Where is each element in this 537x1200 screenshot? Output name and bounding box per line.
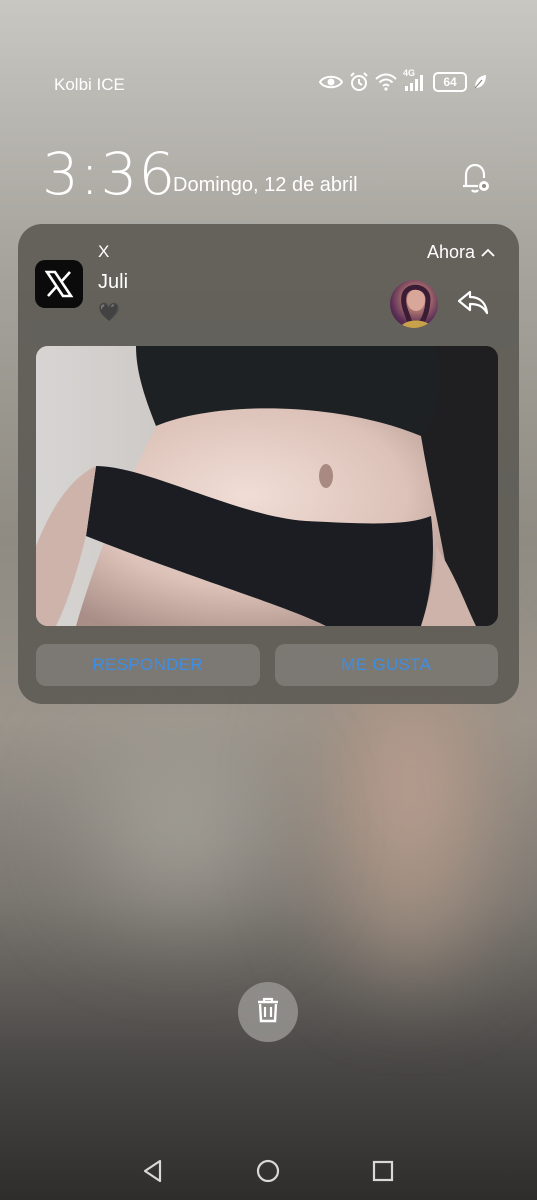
wifi-icon (375, 73, 397, 91)
status-bar: Kolbi ICE 4G 64 (0, 68, 537, 102)
home-icon[interactable] (255, 1158, 281, 1188)
carrier-name: Kolbi ICE (54, 75, 125, 94)
trash-icon (255, 996, 281, 1028)
notification-actions: RESPONDER ME GUSTA (36, 644, 498, 686)
notification-time[interactable]: Ahora (427, 242, 495, 263)
app-name: X (98, 242, 110, 261)
lockscreen-header: 3:36 Domingo, 12 de abril (0, 140, 537, 210)
back-icon[interactable] (140, 1158, 166, 1188)
signal-icon: 4G (403, 68, 427, 92)
time-label: Ahora (426, 242, 475, 262)
notification-body: 🖤 (98, 302, 121, 323)
date: Domingo, 12 de abril (173, 174, 358, 196)
reply-button[interactable]: RESPONDER (36, 644, 260, 686)
recents-icon[interactable] (370, 1158, 396, 1188)
clear-all-button[interactable] (238, 982, 298, 1042)
status-icons: 4G 64 (319, 68, 487, 92)
reply-icon[interactable] (456, 288, 490, 320)
leaf-icon (473, 74, 487, 90)
like-button[interactable]: ME GUSTA (274, 644, 498, 686)
background-blur-2 (60, 720, 300, 940)
avatar (390, 280, 438, 328)
clock: 3:36 (42, 140, 177, 208)
chevron-up-icon[interactable] (481, 242, 495, 263)
notification-card[interactable]: X Ahora Juli 🖤 RESPONDER ME GUSTA (18, 224, 519, 704)
x-app-icon (35, 260, 83, 308)
eye-icon (319, 74, 343, 90)
notification-image[interactable] (36, 346, 498, 626)
network-type: 4G (403, 68, 416, 78)
notification-settings-icon[interactable] (458, 160, 494, 200)
notification-title: Juli (98, 271, 129, 293)
battery-icon: 64 (433, 72, 467, 92)
navigation-bar (0, 1150, 537, 1194)
alarm-icon (349, 72, 369, 92)
